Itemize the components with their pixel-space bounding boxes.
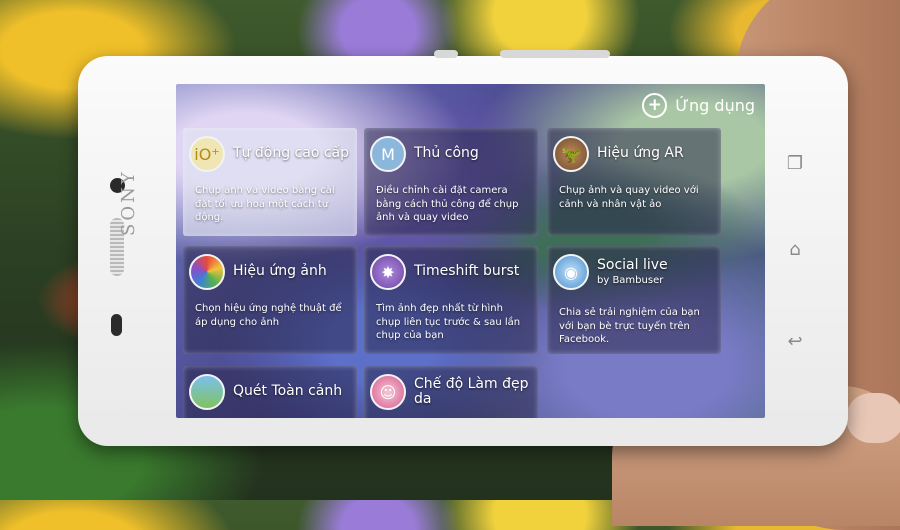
mode-description: Chia sẻ trải nghiệm của bạn với bạn bè t…: [559, 307, 700, 345]
home-icon[interactable]: ⌂: [776, 236, 814, 262]
thumbnail-nail: [846, 393, 900, 443]
mode-title: Chế độ Làm đẹp da: [414, 375, 529, 407]
mode-description: Chọn hiệu ứng nghệ thuật để áp dụng cho …: [195, 303, 342, 328]
brand-logo: SONY: [118, 169, 139, 236]
add-app-button[interactable]: + Ứng dụng: [642, 93, 755, 118]
dinosaur-ar-icon: 🦖: [553, 136, 589, 172]
mode-title: Timeshift burst: [414, 263, 520, 280]
mode-tile-timeshift-burst[interactable]: ✸ Timeshift burst Tìm ảnh đẹp nhất từ hì…: [364, 246, 538, 354]
mode-tile-superior-auto[interactable]: iO⁺ Tự động cao cấp Chụp ảnh và video bằ…: [183, 128, 357, 236]
volume-button: [500, 50, 610, 58]
mode-title: Hiệu ứng AR: [597, 145, 684, 162]
plus-circle-icon: +: [642, 93, 668, 118]
panorama-icon: [189, 374, 225, 410]
mode-tile-beauty-skin[interactable]: ☺ Chế độ Làm đẹp da: [364, 366, 538, 418]
superior-auto-icon: iO⁺: [189, 136, 225, 172]
mode-tile-sweep-panorama[interactable]: Quét Toàn cảnh: [183, 366, 357, 418]
mode-tile-picture-effect[interactable]: Hiệu ứng ảnh Chọn hiệu ứng nghệ thuật để…: [183, 246, 357, 354]
mode-tile-manual[interactable]: M Thủ công Điều chỉnh cài đặt camera bằn…: [364, 128, 538, 236]
mode-tile-ar-effect[interactable]: 🦖 Hiệu ứng AR Chụp ảnh và quay video với…: [547, 128, 721, 236]
mode-description: Điều chỉnh cài đặt camera bằng cách thủ …: [376, 185, 519, 223]
mode-title: Social live by Bambuser: [597, 257, 668, 286]
timeshift-burst-icon: ✸: [370, 254, 406, 290]
mode-description: Chụp ảnh và quay video với cảnh và nhân …: [559, 185, 699, 210]
beauty-face-icon: ☺: [370, 374, 406, 410]
mode-subtitle: by Bambuser: [597, 274, 664, 286]
back-icon[interactable]: ↩: [776, 328, 814, 354]
add-app-label: Ứng dụng: [675, 96, 755, 115]
mode-title-text: Social live: [597, 257, 668, 274]
mode-title: Quét Toàn cảnh: [233, 383, 343, 400]
manual-m-icon: M: [370, 136, 406, 172]
power-button: [434, 50, 458, 58]
proximity-sensor: [111, 314, 122, 336]
mode-title: Hiệu ứng ảnh: [233, 263, 327, 280]
recent-apps-icon[interactable]: ❐: [776, 150, 814, 176]
camera-app-screen: + Ứng dụng iO⁺ Tự động cao cấp Chụp ảnh …: [176, 84, 765, 418]
smartphone: SONY + Ứng dụng iO⁺ Tự động cao cấp Chụp…: [78, 50, 848, 446]
broadcast-icon: ◉: [553, 254, 589, 290]
mode-description: Chụp ảnh và video bằng cài đặt tối ưu ho…: [195, 185, 335, 223]
mode-title: Thủ công: [414, 145, 479, 162]
mode-title: Tự động cao cấp: [233, 145, 349, 162]
palette-icon: [189, 254, 225, 290]
mode-description: Tìm ảnh đẹp nhất từ hình chụp liên tục t…: [376, 303, 521, 341]
mode-tile-social-live[interactable]: ◉ Social live by Bambuser Chia sẻ trải n…: [547, 246, 721, 354]
